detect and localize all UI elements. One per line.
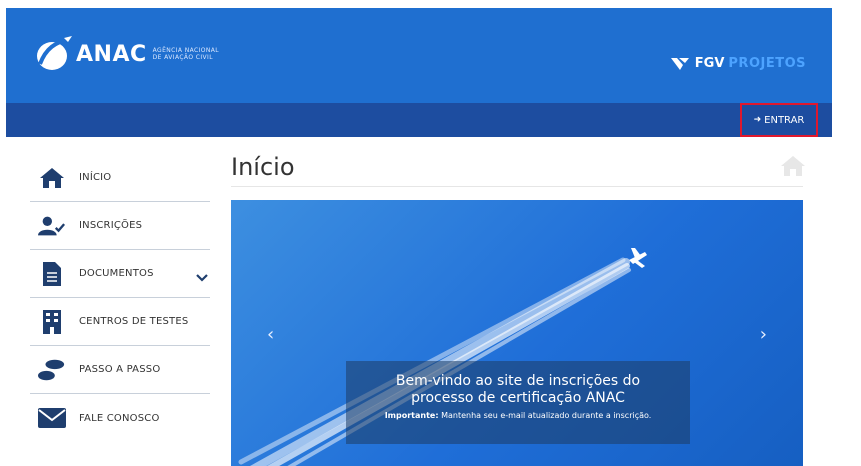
sidebar-item-passo-a-passo[interactable]: PASSO A PASSO bbox=[30, 346, 210, 394]
caption-subtitle: Importante: Mantenha seu e-mail atualiza… bbox=[384, 411, 652, 420]
sidebar-menu: INÍCIO INSCRIÇÕES DOCUMENTOS CENTROS DE … bbox=[30, 154, 210, 442]
hero-carousel[interactable]: ‹ › Bem-vindo ao site de inscrições do p… bbox=[231, 200, 803, 466]
carousel-prev-button[interactable]: ‹ bbox=[267, 324, 274, 345]
top-navbar: ➜ ENTRAR bbox=[6, 103, 832, 137]
carousel-next-button[interactable]: › bbox=[760, 324, 767, 345]
fgv-projetos-logo[interactable]: FGV PROJETOS bbox=[670, 56, 806, 71]
footsteps-icon bbox=[38, 356, 66, 384]
anac-logo-text: ANAC bbox=[76, 41, 147, 67]
sidebar-item-inscricoes[interactable]: INSCRIÇÕES bbox=[30, 202, 210, 250]
sidebar-item-centros-de-testes[interactable]: CENTROS DE TESTES bbox=[30, 298, 210, 346]
anac-logo[interactable]: ANAC AGÊNCIA NACIONAL DE AVIAÇÃO CIVIL bbox=[34, 34, 219, 74]
login-button[interactable]: ➜ ENTRAR bbox=[740, 103, 818, 137]
envelope-icon bbox=[38, 404, 66, 432]
sidebar-item-fale-conosco[interactable]: FALE CONOSCO bbox=[30, 394, 210, 442]
sign-in-icon: ➜ bbox=[753, 115, 762, 125]
chevron-down-icon[interactable] bbox=[196, 267, 208, 286]
user-check-icon bbox=[38, 212, 66, 240]
document-icon bbox=[38, 260, 66, 288]
page-title: Início bbox=[231, 153, 295, 181]
anac-logo-icon bbox=[37, 36, 72, 70]
projetos-text: PROJETOS bbox=[728, 56, 806, 71]
airplane-icon bbox=[629, 248, 647, 268]
sidebar-item-inicio[interactable]: INÍCIO bbox=[30, 154, 210, 202]
carousel-caption: Bem-vindo ao site de inscrições do proce… bbox=[346, 361, 690, 444]
site-header: ANAC AGÊNCIA NACIONAL DE AVIAÇÃO CIVIL F… bbox=[6, 8, 832, 103]
fgv-text: FGV bbox=[694, 56, 725, 71]
fgv-logo-icon bbox=[670, 57, 689, 70]
home-icon bbox=[780, 155, 806, 181]
home-icon bbox=[38, 164, 66, 192]
caption-title: Bem-vindo ao site de inscrições do proce… bbox=[395, 373, 641, 406]
anac-logo-subtitle: AGÊNCIA NACIONAL DE AVIAÇÃO CIVIL bbox=[152, 47, 220, 61]
login-label: ENTRAR bbox=[764, 114, 805, 126]
title-divider bbox=[231, 186, 803, 187]
sidebar-item-documentos[interactable]: DOCUMENTOS bbox=[30, 250, 210, 298]
building-icon bbox=[38, 308, 66, 336]
